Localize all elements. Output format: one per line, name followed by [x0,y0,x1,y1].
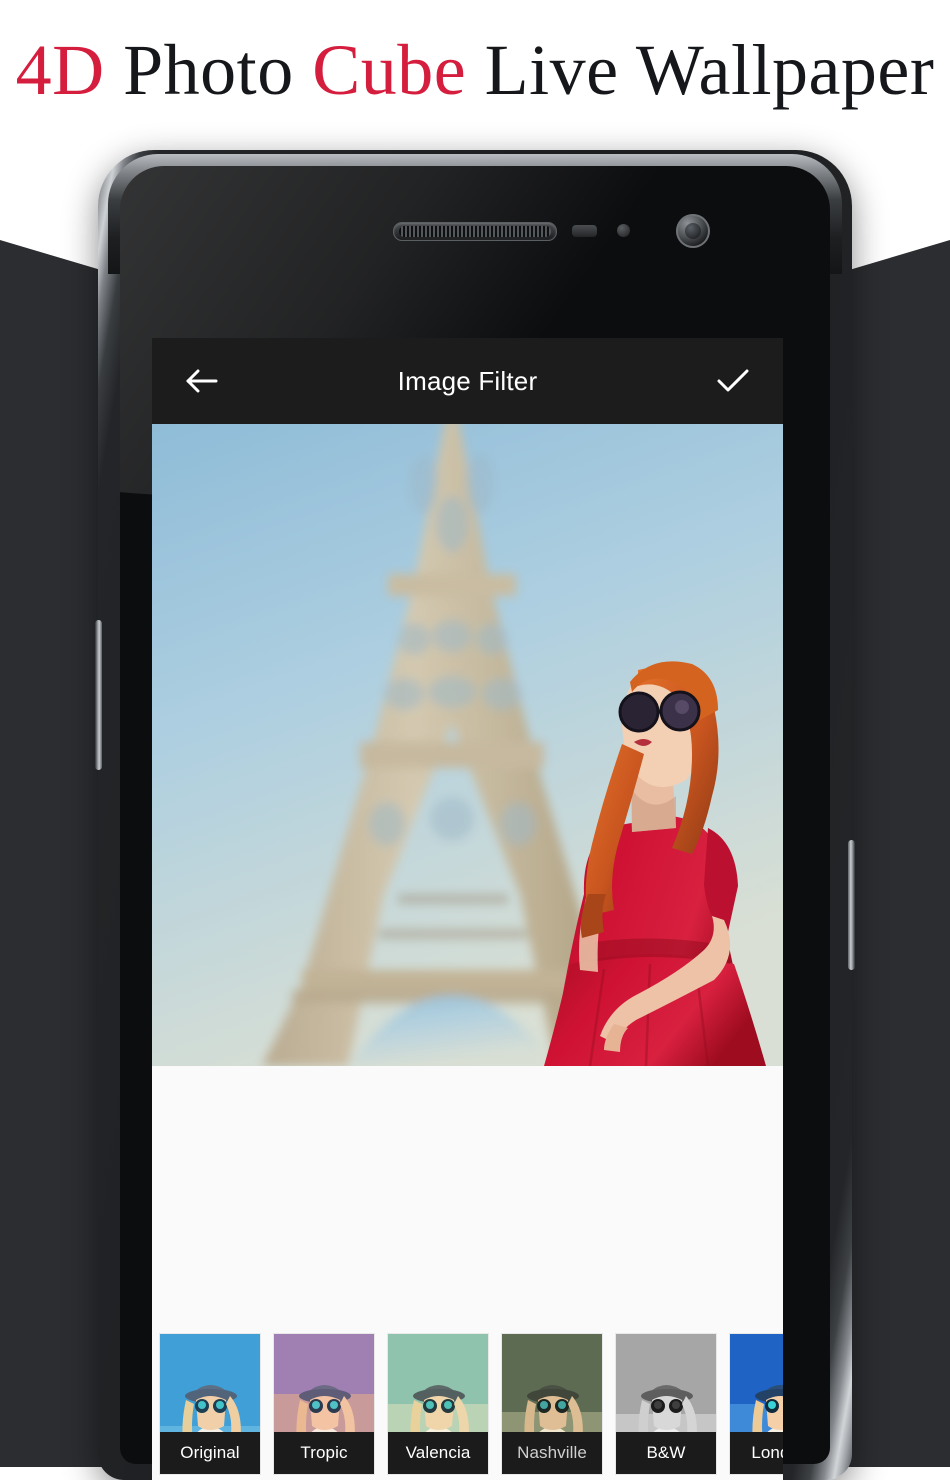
filter-thumb-bw[interactable]: B&W [616,1334,716,1474]
volume-button[interactable] [95,620,102,770]
page-banner: 4D Photo Cube Live Wallpaper [0,0,950,140]
speaker-grille-icon [393,222,557,241]
app-bar-title: Image Filter [397,365,538,396]
back-button[interactable] [178,357,226,405]
filter-label: Nashville [502,1432,602,1474]
preview-photo[interactable] [152,424,783,1066]
front-camera-icon [676,214,710,248]
back-arrow-icon [185,368,219,394]
filter-label: London [730,1432,783,1474]
page-title-part-1: 4D [15,30,105,110]
page-title-part-4: Live Wallpaper [466,30,935,110]
filter-label: Tropic [274,1432,374,1474]
confirm-button[interactable] [709,357,757,405]
filter-thumb-valencia[interactable]: Valencia [388,1334,488,1474]
app-bar: Image Filter [152,338,783,424]
proximity-sensor-icon [572,225,597,237]
filter-label: Valencia [388,1432,488,1474]
phone-mockup: Image Filter Original Tropic Valencia Na… [95,150,855,1480]
filter-thumb-london[interactable]: London [730,1334,783,1474]
light-sensor-icon [617,224,630,237]
filter-label: Original [160,1432,260,1474]
filter-thumb-tropic[interactable]: Tropic [274,1334,374,1474]
page-title: 4D Photo Cube Live Wallpaper [16,34,935,106]
phone-screen: Image Filter Original Tropic Valencia Na… [152,338,783,1480]
preview-area: Original Tropic Valencia Nashville B&W L… [152,424,783,1480]
filter-label: B&W [616,1432,716,1474]
filter-filmstrip[interactable]: Original Tropic Valencia Nashville B&W L… [152,1328,783,1480]
power-button[interactable] [848,840,855,970]
check-icon [715,367,751,395]
page-title-part-2: Photo [104,30,313,110]
filter-thumb-nashville[interactable]: Nashville [502,1334,602,1474]
page-title-part-3: Cube [312,30,467,110]
filter-thumb-original[interactable]: Original [160,1334,260,1474]
